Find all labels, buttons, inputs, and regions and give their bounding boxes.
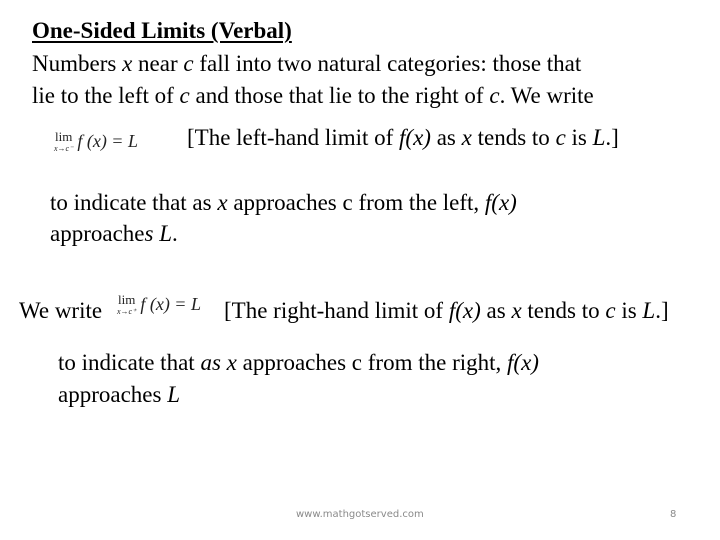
function-fx: f(x)	[484, 190, 517, 215]
text: [The right-hand limit of	[224, 298, 449, 323]
variable-c: c	[605, 298, 616, 323]
intro-line-2: lie to the left of c and those that lie …	[32, 82, 594, 110]
text: fall into two natural categories: those …	[193, 51, 582, 76]
text: Numbers	[32, 51, 123, 76]
variable-L: L	[642, 298, 656, 323]
text: approaches c from the left,	[227, 190, 485, 215]
text: as	[480, 298, 512, 323]
text: .	[172, 221, 178, 246]
footer-url: www.mathgotserved.com	[296, 509, 424, 520]
text: is	[565, 125, 593, 150]
page-number: 8	[670, 509, 677, 520]
variable-x: x	[217, 190, 228, 215]
variable-x: x	[122, 51, 133, 76]
text: and those that lie to the right of	[189, 83, 490, 108]
function-fx: f(x)	[399, 125, 431, 150]
slide-title: One-Sided Limits (Verbal)	[32, 18, 292, 43]
text: near	[132, 51, 184, 76]
right-limit-description: [The right-hand limit of f(x) as x tends…	[224, 297, 669, 325]
text: approache	[50, 221, 145, 246]
text: to indicate that	[58, 350, 201, 375]
variable-x: x	[511, 298, 522, 323]
variable-c: c	[489, 83, 500, 108]
text: [The left-hand limit of	[187, 125, 400, 150]
lim-word: lim	[54, 129, 73, 144]
we-write-label: We write	[19, 298, 103, 323]
text: lie to the left of	[32, 83, 180, 108]
right-limit-formula: lim x→c⁺ f (x) = L	[117, 292, 201, 317]
text: as	[430, 125, 462, 150]
limit-expression: f (x) = L	[140, 294, 201, 314]
variable-c: c	[555, 125, 566, 150]
lim-subscript: x→c⁻	[54, 144, 74, 153]
variable-L: s L	[144, 221, 173, 246]
left-limit-formula: lim x→c⁻ f (x) = L	[54, 129, 138, 154]
phrase-as-x: as x	[200, 350, 237, 375]
function-fx: f(x)	[448, 298, 481, 323]
text: to indicate that as	[50, 190, 218, 215]
variable-L: L	[167, 382, 180, 407]
text: is	[615, 298, 643, 323]
text: tends to	[521, 298, 606, 323]
left-explain-line-1: to indicate that as x approaches c from …	[50, 189, 517, 217]
lim-operator: lim x→c⁺	[117, 292, 137, 317]
variable-x: x	[461, 125, 472, 150]
right-explain-line-1: to indicate that as x approaches c from …	[58, 349, 539, 377]
lim-subscript: x→c⁺	[117, 307, 137, 316]
lim-operator: lim x→c⁻	[54, 129, 74, 154]
text: . We write	[499, 83, 594, 108]
variable-c: c	[179, 83, 190, 108]
left-explain-line-2: approaches L.	[50, 220, 178, 248]
intro-line-1: Numbers x near c fall into two natural c…	[32, 50, 581, 78]
variable-L: L	[592, 125, 606, 150]
text: .]	[655, 298, 669, 323]
text: .]	[605, 125, 619, 150]
text: tends to	[471, 125, 556, 150]
variable-c: c	[183, 51, 194, 76]
right-explain-line-2: approaches L	[58, 381, 180, 409]
text: approaches	[58, 382, 168, 407]
left-limit-description: [The left-hand limit of f(x) as x tends …	[187, 124, 619, 152]
function-fx: f(x)	[507, 350, 539, 375]
text: approaches c from the right,	[236, 350, 508, 375]
lim-word: lim	[117, 292, 136, 307]
limit-expression: f (x) = L	[77, 131, 138, 151]
